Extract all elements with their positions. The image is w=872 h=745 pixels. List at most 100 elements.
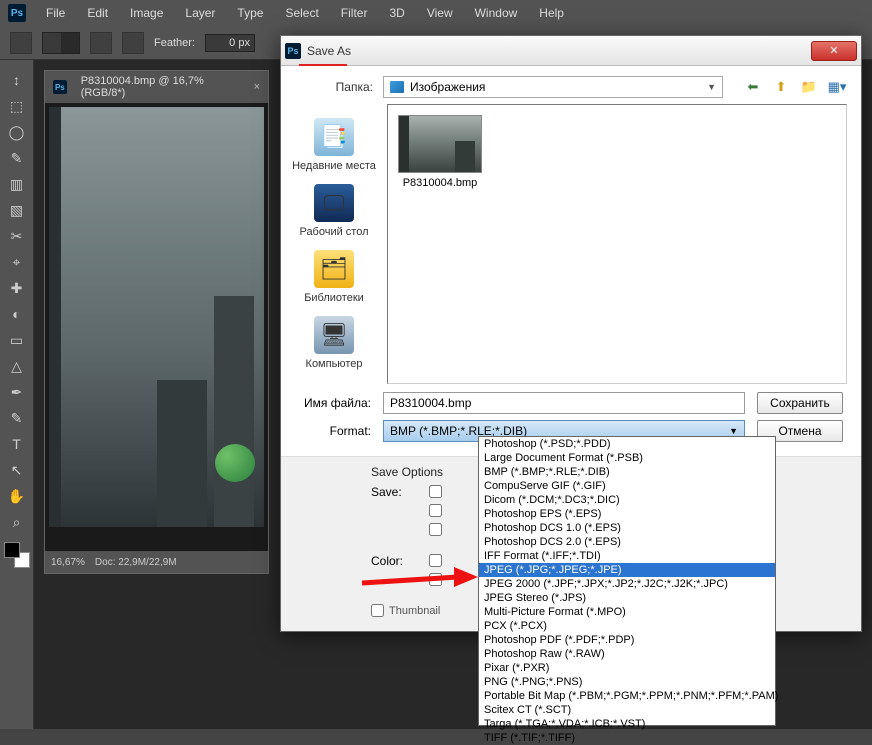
place-network[interactable] — [215, 444, 255, 486]
format-option[interactable]: BMP (*.BMP;*.RLE;*.DIB) — [479, 465, 775, 479]
save-button[interactable]: Сохранить — [757, 392, 843, 414]
wand-tool[interactable]: ✎ — [5, 146, 29, 170]
folder-combo[interactable]: Изображения ▼ — [383, 76, 723, 98]
dialog-titlebar[interactable]: Ps Save As ✕ — [281, 36, 861, 66]
menu-filter[interactable]: Filter — [331, 2, 378, 24]
menu-file[interactable]: File — [36, 2, 75, 24]
place-recent[interactable]: 📑 Недавние места — [288, 114, 380, 176]
desktop-icon: 🖵 — [314, 184, 354, 222]
format-option[interactable]: PNG (*.PNG;*.PNS) — [479, 675, 775, 689]
format-option[interactable]: IFF Format (*.IFF;*.TDI) — [479, 549, 775, 563]
format-option[interactable]: JPEG Stereo (*.JPS) — [479, 591, 775, 605]
zoom-tool[interactable]: ⌕ — [5, 510, 29, 534]
lasso-tool[interactable]: ◯ — [5, 120, 29, 144]
stamp-tool[interactable]: ✚ — [5, 276, 29, 300]
computer-icon: 🖥 — [314, 316, 354, 354]
format-option[interactable]: JPEG 2000 (*.JPF;*.JPX;*.JP2;*.J2C;*.J2K… — [479, 577, 775, 591]
save-check-2[interactable] — [429, 504, 442, 517]
color-check-2[interactable] — [429, 573, 442, 586]
path-tool[interactable]: ↖ — [5, 458, 29, 482]
back-button[interactable]: ⬅ — [743, 77, 763, 97]
doc-size: Doc: 22,9M/22,9M — [95, 557, 177, 568]
menu-image[interactable]: Image — [120, 2, 173, 24]
format-option[interactable]: Dicom (*.DCM;*.DC3;*.DIC) — [479, 493, 775, 507]
dialog-ps-icon: Ps — [285, 43, 301, 59]
menu-select[interactable]: Select — [275, 2, 328, 24]
marquee-tool[interactable]: ⬚ — [5, 94, 29, 118]
format-option[interactable]: Portable Bit Map (*.PBM;*.PGM;*.PPM;*.PN… — [479, 689, 775, 703]
color-sub-label: Color: — [371, 554, 419, 568]
save-sub-label: Save: — [371, 485, 419, 499]
file-name: P8310004.bmp — [403, 177, 478, 189]
place-libraries[interactable]: 🗂 Библиотеки — [300, 246, 368, 308]
feather-label: Feather: — [154, 37, 195, 49]
doc-ps-icon: Ps — [53, 80, 67, 94]
blur-tool[interactable]: ✒ — [5, 380, 29, 404]
document-tab[interactable]: Ps P8310004.bmp @ 16,7% (RGB/8*) × — [45, 71, 268, 103]
format-option[interactable]: Pixar (*.PXR) — [479, 661, 775, 675]
view-menu-button[interactable]: ▦▾ — [827, 77, 847, 97]
save-check-1[interactable] — [429, 485, 442, 498]
format-option[interactable]: Photoshop PDF (*.PDF;*.PDP) — [479, 633, 775, 647]
file-item[interactable]: P8310004.bmp — [398, 115, 482, 189]
move-tool[interactable]: ↕ — [5, 68, 29, 92]
hand-tool[interactable]: ✋ — [5, 484, 29, 508]
eraser-tool[interactable]: ▭ — [5, 328, 29, 352]
format-label: Format: — [295, 424, 371, 438]
color-picker[interactable] — [4, 542, 30, 568]
color-check-1[interactable] — [429, 554, 442, 567]
filename-label: Имя файла: — [295, 396, 371, 410]
place-desktop[interactable]: 🖵 Рабочий стол — [295, 180, 372, 242]
place-computer[interactable]: 🖥 Компьютер — [302, 312, 367, 374]
pen-tool[interactable]: ✎ — [5, 406, 29, 430]
format-option[interactable]: CompuServe GIF (*.GIF) — [479, 479, 775, 493]
menu-help[interactable]: Help — [529, 2, 574, 24]
zoom-level[interactable]: 16,67% — [51, 557, 85, 568]
type-tool[interactable]: T — [5, 432, 29, 456]
menu-view[interactable]: View — [417, 2, 463, 24]
menu-window[interactable]: Window — [465, 2, 528, 24]
menu-edit[interactable]: Edit — [77, 2, 118, 24]
format-option[interactable]: PCX (*.PCX) — [479, 619, 775, 633]
opt-icon-3[interactable] — [122, 32, 144, 54]
opt-icon-2[interactable] — [90, 32, 112, 54]
libraries-icon: 🗂 — [314, 250, 354, 288]
format-option[interactable]: Photoshop EPS (*.EPS) — [479, 507, 775, 521]
document-title: P8310004.bmp @ 16,7% (RGB/8*) — [81, 75, 248, 99]
places-sidebar: 📑 Недавние места 🖵 Рабочий стол 🗂 Библио… — [281, 104, 387, 384]
format-option[interactable]: TIFF (*.TIF;*.TIFF) — [479, 731, 775, 745]
file-list[interactable]: P8310004.bmp — [387, 104, 847, 384]
close-doc-icon[interactable]: × — [254, 81, 260, 93]
format-option[interactable]: Photoshop DCS 1.0 (*.EPS) — [479, 521, 775, 535]
format-option[interactable]: JPEG (*.JPG;*.JPEG;*.JPE) — [479, 563, 775, 577]
gradient-tool[interactable]: △ — [5, 354, 29, 378]
pictures-icon — [390, 81, 404, 93]
menu-3d[interactable]: 3D — [379, 2, 414, 24]
history-tool[interactable]: ◐ — [5, 302, 29, 326]
tool-palette: ↕ ⬚ ◯ ✎ ▥ ▧ ✂ ⌖ ✚ ◐ ▭ △ ✒ ✎ T ↖ ✋ ⌕ — [0, 60, 34, 729]
marquee-mode-icons[interactable] — [42, 32, 80, 54]
new-folder-button[interactable]: 📁 — [799, 77, 819, 97]
menu-layer[interactable]: Layer — [175, 2, 225, 24]
feather-input[interactable] — [205, 34, 255, 52]
up-button[interactable]: ⬆ — [771, 77, 791, 97]
ps-logo-icon: Ps — [8, 4, 26, 22]
format-option[interactable]: Scitex CT (*.SCT) — [479, 703, 775, 717]
format-option[interactable]: Large Document Format (*.PSB) — [479, 451, 775, 465]
crop-tool[interactable]: ▥ — [5, 172, 29, 196]
folder-label: Папка: — [295, 80, 373, 94]
brush-tool[interactable]: ⌖ — [5, 250, 29, 274]
format-dropdown-list[interactable]: Photoshop (*.PSD;*.PDD)Large Document Fo… — [478, 436, 776, 726]
menu-type[interactable]: Type — [227, 2, 273, 24]
filename-input[interactable] — [383, 392, 745, 414]
heal-tool[interactable]: ✂ — [5, 224, 29, 248]
format-option[interactable]: Photoshop DCS 2.0 (*.EPS) — [479, 535, 775, 549]
format-option[interactable]: Multi-Picture Format (*.MPO) — [479, 605, 775, 619]
eyedropper-tool[interactable]: ▧ — [5, 198, 29, 222]
recent-icon: 📑 — [314, 118, 354, 156]
close-button[interactable]: ✕ — [811, 41, 857, 61]
format-option[interactable]: Photoshop Raw (*.RAW) — [479, 647, 775, 661]
save-check-3[interactable] — [429, 523, 442, 536]
tool-preset-icon[interactable] — [10, 32, 32, 54]
format-option[interactable]: Photoshop (*.PSD;*.PDD) — [479, 437, 775, 451]
